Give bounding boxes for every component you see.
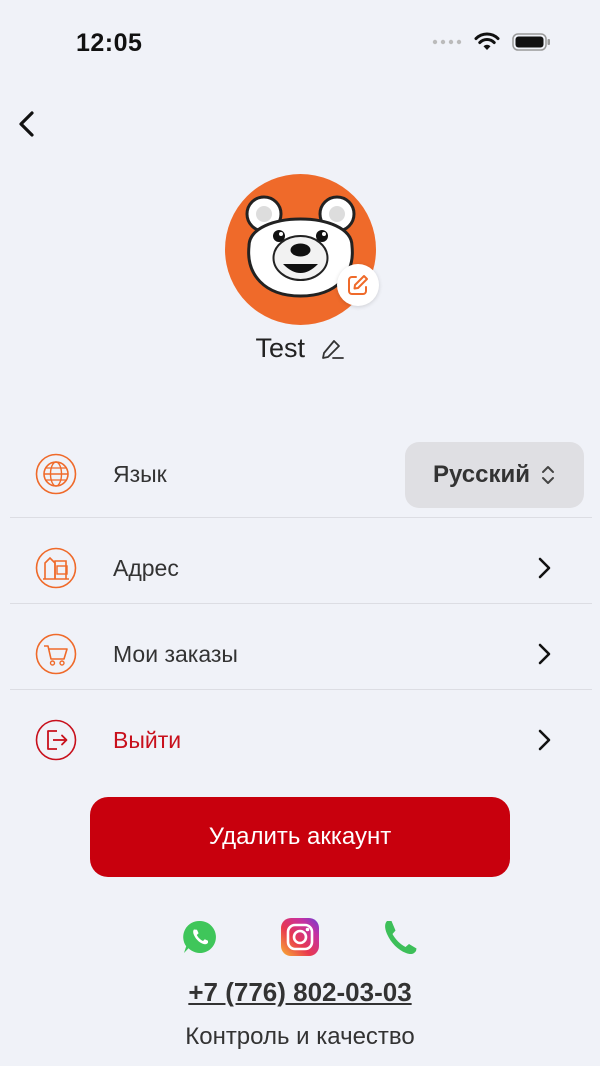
language-label: Язык bbox=[113, 461, 167, 487]
username-row[interactable]: Test bbox=[0, 333, 600, 364]
whatsapp-button[interactable] bbox=[178, 915, 222, 959]
logout-icon bbox=[35, 719, 77, 761]
divider bbox=[10, 517, 592, 518]
wifi-icon bbox=[474, 32, 500, 50]
instagram-button[interactable] bbox=[278, 915, 322, 959]
orders-label: Мои заказы bbox=[113, 641, 238, 667]
instagram-icon bbox=[281, 918, 319, 956]
pencil-icon[interactable] bbox=[319, 337, 345, 363]
phone-number-link[interactable]: +7 (776) 802-03-03 bbox=[0, 977, 600, 1008]
address-row[interactable]: Адрес bbox=[0, 525, 600, 611]
phone-icon bbox=[385, 921, 417, 955]
chevron-right-icon bbox=[538, 643, 551, 665]
divider bbox=[10, 689, 592, 690]
back-button[interactable] bbox=[10, 105, 50, 145]
username: Test bbox=[255, 333, 305, 363]
edit-icon bbox=[348, 275, 368, 295]
chevron-left-icon bbox=[19, 111, 34, 137]
signal-icon bbox=[432, 39, 462, 45]
status-icons bbox=[432, 32, 552, 52]
quality-caption: Контроль и качество bbox=[185, 1023, 415, 1050]
delete-account-button[interactable]: Удалить аккаунт bbox=[90, 797, 510, 877]
chevron-up-down-icon bbox=[541, 466, 554, 484]
logout-label: Выйти bbox=[113, 727, 182, 753]
orders-row[interactable]: Мои заказы bbox=[0, 611, 600, 697]
call-button[interactable] bbox=[378, 915, 422, 959]
logout-row[interactable]: Выйти bbox=[0, 697, 600, 783]
chevron-right-icon bbox=[538, 729, 551, 751]
language-select[interactable]: Русский bbox=[405, 442, 584, 508]
language-value: Русский bbox=[433, 461, 530, 488]
whatsapp-icon bbox=[183, 920, 216, 953]
edit-avatar-button[interactable] bbox=[337, 264, 379, 306]
address-label: Адрес bbox=[113, 555, 179, 581]
status-time: 12:05 bbox=[76, 29, 143, 57]
address-building-icon bbox=[35, 547, 77, 589]
globe-icon bbox=[35, 453, 77, 495]
battery-icon bbox=[512, 33, 550, 51]
chevron-right-icon bbox=[538, 557, 551, 579]
divider bbox=[10, 603, 592, 604]
cart-icon bbox=[35, 633, 77, 675]
